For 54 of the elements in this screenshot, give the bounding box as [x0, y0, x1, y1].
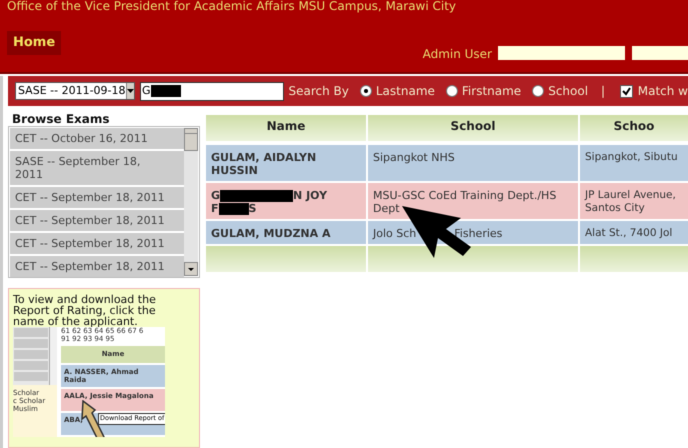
applicant-name: F: [211, 202, 219, 215]
table-cell: Sipangkot, Sibutu: [580, 145, 688, 181]
applicant-name: G: [211, 189, 220, 202]
help-text: To view and download the Report of Rating, click the name of the applicant.: [13, 294, 157, 327]
school-text: Sipangkot NHS: [373, 151, 455, 164]
school-text: MSU-GSC CoEd Training Dept./HS Dept: [373, 189, 556, 215]
input-field[interactable]: [632, 46, 688, 60]
exam-list-item[interactable]: CET -- September 18, 2011: [10, 187, 184, 208]
radio-button[interactable]: [446, 85, 458, 97]
example-list-item: [14, 361, 48, 370]
search-by-label: Search By: [288, 83, 349, 100]
applicant-name: S: [248, 202, 256, 215]
radio-label: School: [548, 83, 588, 100]
applicant-name: N JOY: [293, 189, 328, 202]
column-header: Name: [206, 115, 366, 141]
checkbox-label: Match w: [638, 83, 688, 100]
radio-label: Firstname: [462, 83, 522, 100]
column-header: Schoo: [580, 115, 688, 141]
table-cell: JP Laurel Avenue, Santos City: [580, 183, 688, 219]
radio-button[interactable]: [532, 85, 544, 97]
exam-list-item[interactable]: CET -- September 18, 2011: [10, 210, 184, 231]
school-text: Fisheries: [454, 227, 502, 240]
name-cell[interactable]: GULAM, AIDALYN HUSSIN: [206, 145, 366, 181]
example-list-item: [14, 372, 48, 381]
site-title: Office of the Vice President for Academic Affairs MSU Campus, Marawi City: [7, 0, 458, 13]
sidebar-title: Browse Exams: [12, 111, 111, 126]
example-list-item: [14, 328, 48, 337]
scrollbar[interactable]: [184, 128, 198, 276]
example-list-item: [14, 339, 48, 348]
exam-list-item[interactable]: CET -- September 18, 2011: [10, 256, 184, 277]
school-text: Jolo Sch: [373, 227, 416, 240]
scrollbar-thumb[interactable]: [184, 133, 198, 151]
exam-list-item[interactable]: CET -- October 16, 2011: [10, 128, 184, 149]
example-list-item: [14, 350, 48, 359]
exam-list-item[interactable]: SASE -- September 18, 2011: [10, 151, 184, 185]
radio-label: Lastname: [376, 83, 435, 100]
exam-select[interactable]: SASE -- 2011-09-18: [15, 82, 135, 100]
input-field[interactable]: [498, 46, 625, 60]
column-header: School: [368, 115, 578, 141]
nav-tab[interactable]: Home: [7, 31, 62, 55]
applicant-name: GULAM, MUDZNA A: [211, 227, 330, 240]
checkbox[interactable]: [620, 84, 633, 98]
user-label: Admin User: [422, 46, 492, 63]
search-field[interactable]: G: [140, 82, 284, 100]
name-cell[interactable]: G N JOY F S: [206, 183, 366, 219]
table-cell: Alat St., 7400 Jol: [580, 221, 688, 244]
exam-list-item[interactable]: CET -- September 18, 2011: [10, 233, 184, 254]
name-cell[interactable]: GULAM, MUDZNA A: [206, 221, 366, 244]
separator: |: [601, 83, 606, 100]
applicant-name: GULAM, AIDALYN HUSSIN: [211, 151, 316, 177]
redaction-bar: [150, 85, 181, 97]
radio-button[interactable]: [360, 85, 372, 97]
query-text: G: [142, 82, 151, 99]
down-arrow-icon[interactable]: [188, 268, 194, 270]
